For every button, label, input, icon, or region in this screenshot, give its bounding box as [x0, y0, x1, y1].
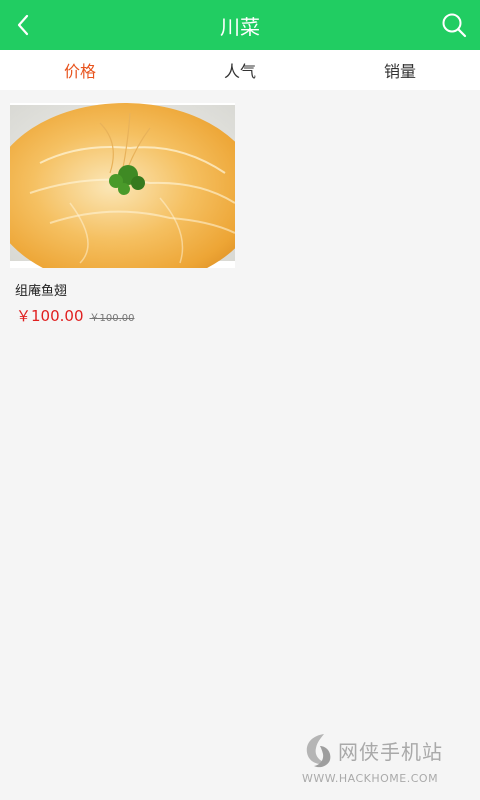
product-original-price: ￥100.00	[89, 313, 135, 324]
product-image[interactable]	[10, 103, 235, 268]
watermark-url: WWW.HACKHOME.COM	[302, 772, 439, 785]
search-button[interactable]	[434, 5, 474, 45]
watermark-brand: 网侠手机站	[338, 740, 443, 764]
tab-sales[interactable]: 销量	[320, 50, 480, 90]
top-bar: 川菜	[0, 0, 480, 50]
page-title: 川菜	[220, 14, 260, 39]
watermark: 网侠手机站 WWW.HACKHOME.COM	[302, 730, 472, 796]
tab-price[interactable]: 价格	[0, 50, 160, 90]
sort-tabs: 价格 人气 销量	[0, 50, 480, 90]
tab-popularity[interactable]: 人气	[160, 50, 320, 90]
chevron-left-icon	[17, 14, 29, 36]
food-photo	[10, 103, 235, 268]
product-name: 组庵鱼翅	[15, 284, 68, 299]
product-price: ￥100.00	[16, 307, 84, 325]
price-row: ￥100.00 ￥100.00	[16, 305, 235, 326]
back-button[interactable]	[4, 5, 44, 45]
product-card[interactable]: 组庵鱼翅 ￥100.00 ￥100.00	[10, 103, 235, 326]
watermark-logo-icon	[306, 734, 331, 768]
search-icon	[442, 13, 467, 38]
